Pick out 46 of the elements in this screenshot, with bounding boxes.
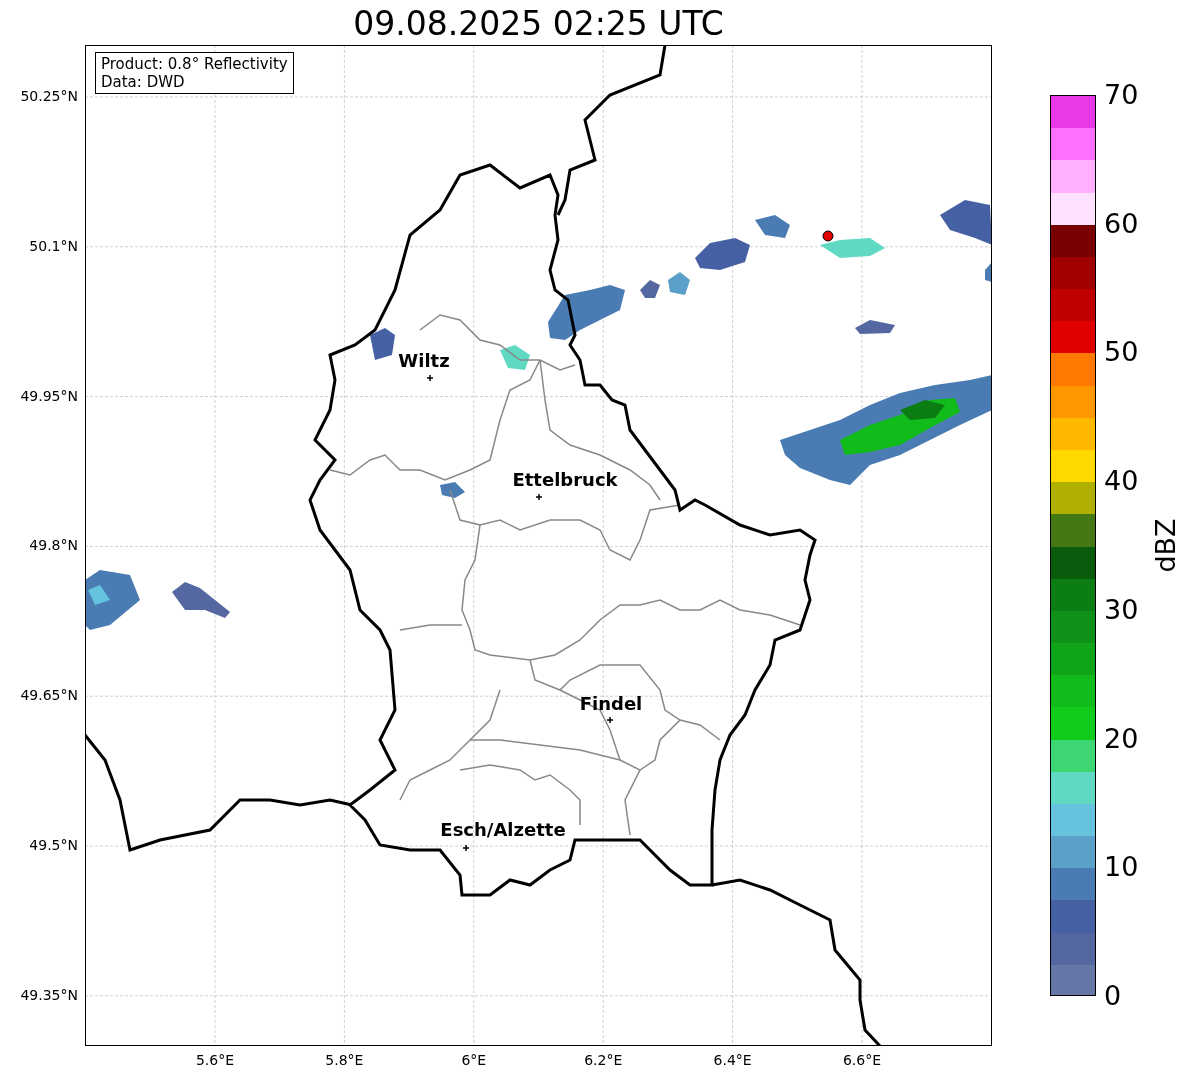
precipitation-echo [755, 215, 790, 238]
city-marker [535, 493, 543, 501]
figure-title: 09.08.2025 02:25 UTC [352, 4, 725, 43]
precipitation-echo [820, 238, 885, 258]
precipitation-echo [172, 582, 230, 618]
city-label: Esch/Alzette [440, 819, 566, 840]
longitude-tick-label: 6.2°E [583, 1052, 624, 1068]
colorbar-tick-label: 30 [1104, 593, 1139, 626]
city-marker [462, 844, 470, 852]
latitude-tick-label: 50.25°N [20, 88, 78, 104]
latitude-tick-label: 49.8°N [29, 537, 78, 554]
precipitation-echo [500, 345, 530, 370]
city-marker [426, 374, 434, 382]
latitude-tick-label: 49.65°N [20, 687, 78, 704]
longitude-tick-label: 5.6°E [194, 1052, 236, 1068]
radar-site-marker [822, 230, 834, 242]
precipitation-echo [855, 320, 895, 334]
latitude-tick-label: 50.1°N [29, 237, 78, 254]
latitude-tick-label: 49.5°N [29, 837, 78, 853]
colorbar-tick-label: 60 [1104, 207, 1139, 240]
precipitation-echo [640, 280, 660, 298]
city-marker [606, 716, 614, 724]
info-text: Data: DWD [101, 73, 186, 91]
precipitation-echo [940, 200, 991, 245]
colorbar-tick-label: 70 [1104, 79, 1139, 111]
precipitation-echo [985, 262, 991, 282]
precipitation-echo [440, 482, 465, 498]
latitude-tick-label: 49.95°N [20, 387, 78, 404]
city-label: Findel [579, 693, 643, 714]
colorbar-tick-label: 0 [1104, 980, 1122, 1012]
city-label: Wiltz [398, 350, 450, 371]
latitude-tick-label: 49.35°N [20, 986, 78, 1003]
colorbar-tick-label: 10 [1104, 851, 1139, 884]
longitude-tick-label: 6°E [460, 1052, 488, 1068]
city-label: Ettelbruck [512, 469, 618, 490]
colorbar-tick-label: 20 [1104, 722, 1139, 755]
longitude-tick-label: 6.6°E [841, 1052, 883, 1068]
colorbar-tick-label: 40 [1104, 465, 1139, 498]
precipitation-echo [668, 272, 690, 295]
colorbar-tick-label: 50 [1104, 336, 1139, 369]
info-text: Product: 0.8° Reflectivity [101, 55, 288, 73]
precipitation-echo [695, 238, 750, 270]
colorbar-label: dBZ [1149, 517, 1181, 575]
longitude-tick-label: 6.4°E [712, 1052, 753, 1068]
precipitation-echo [370, 328, 395, 360]
longitude-tick-label: 5.8°E [324, 1052, 365, 1068]
